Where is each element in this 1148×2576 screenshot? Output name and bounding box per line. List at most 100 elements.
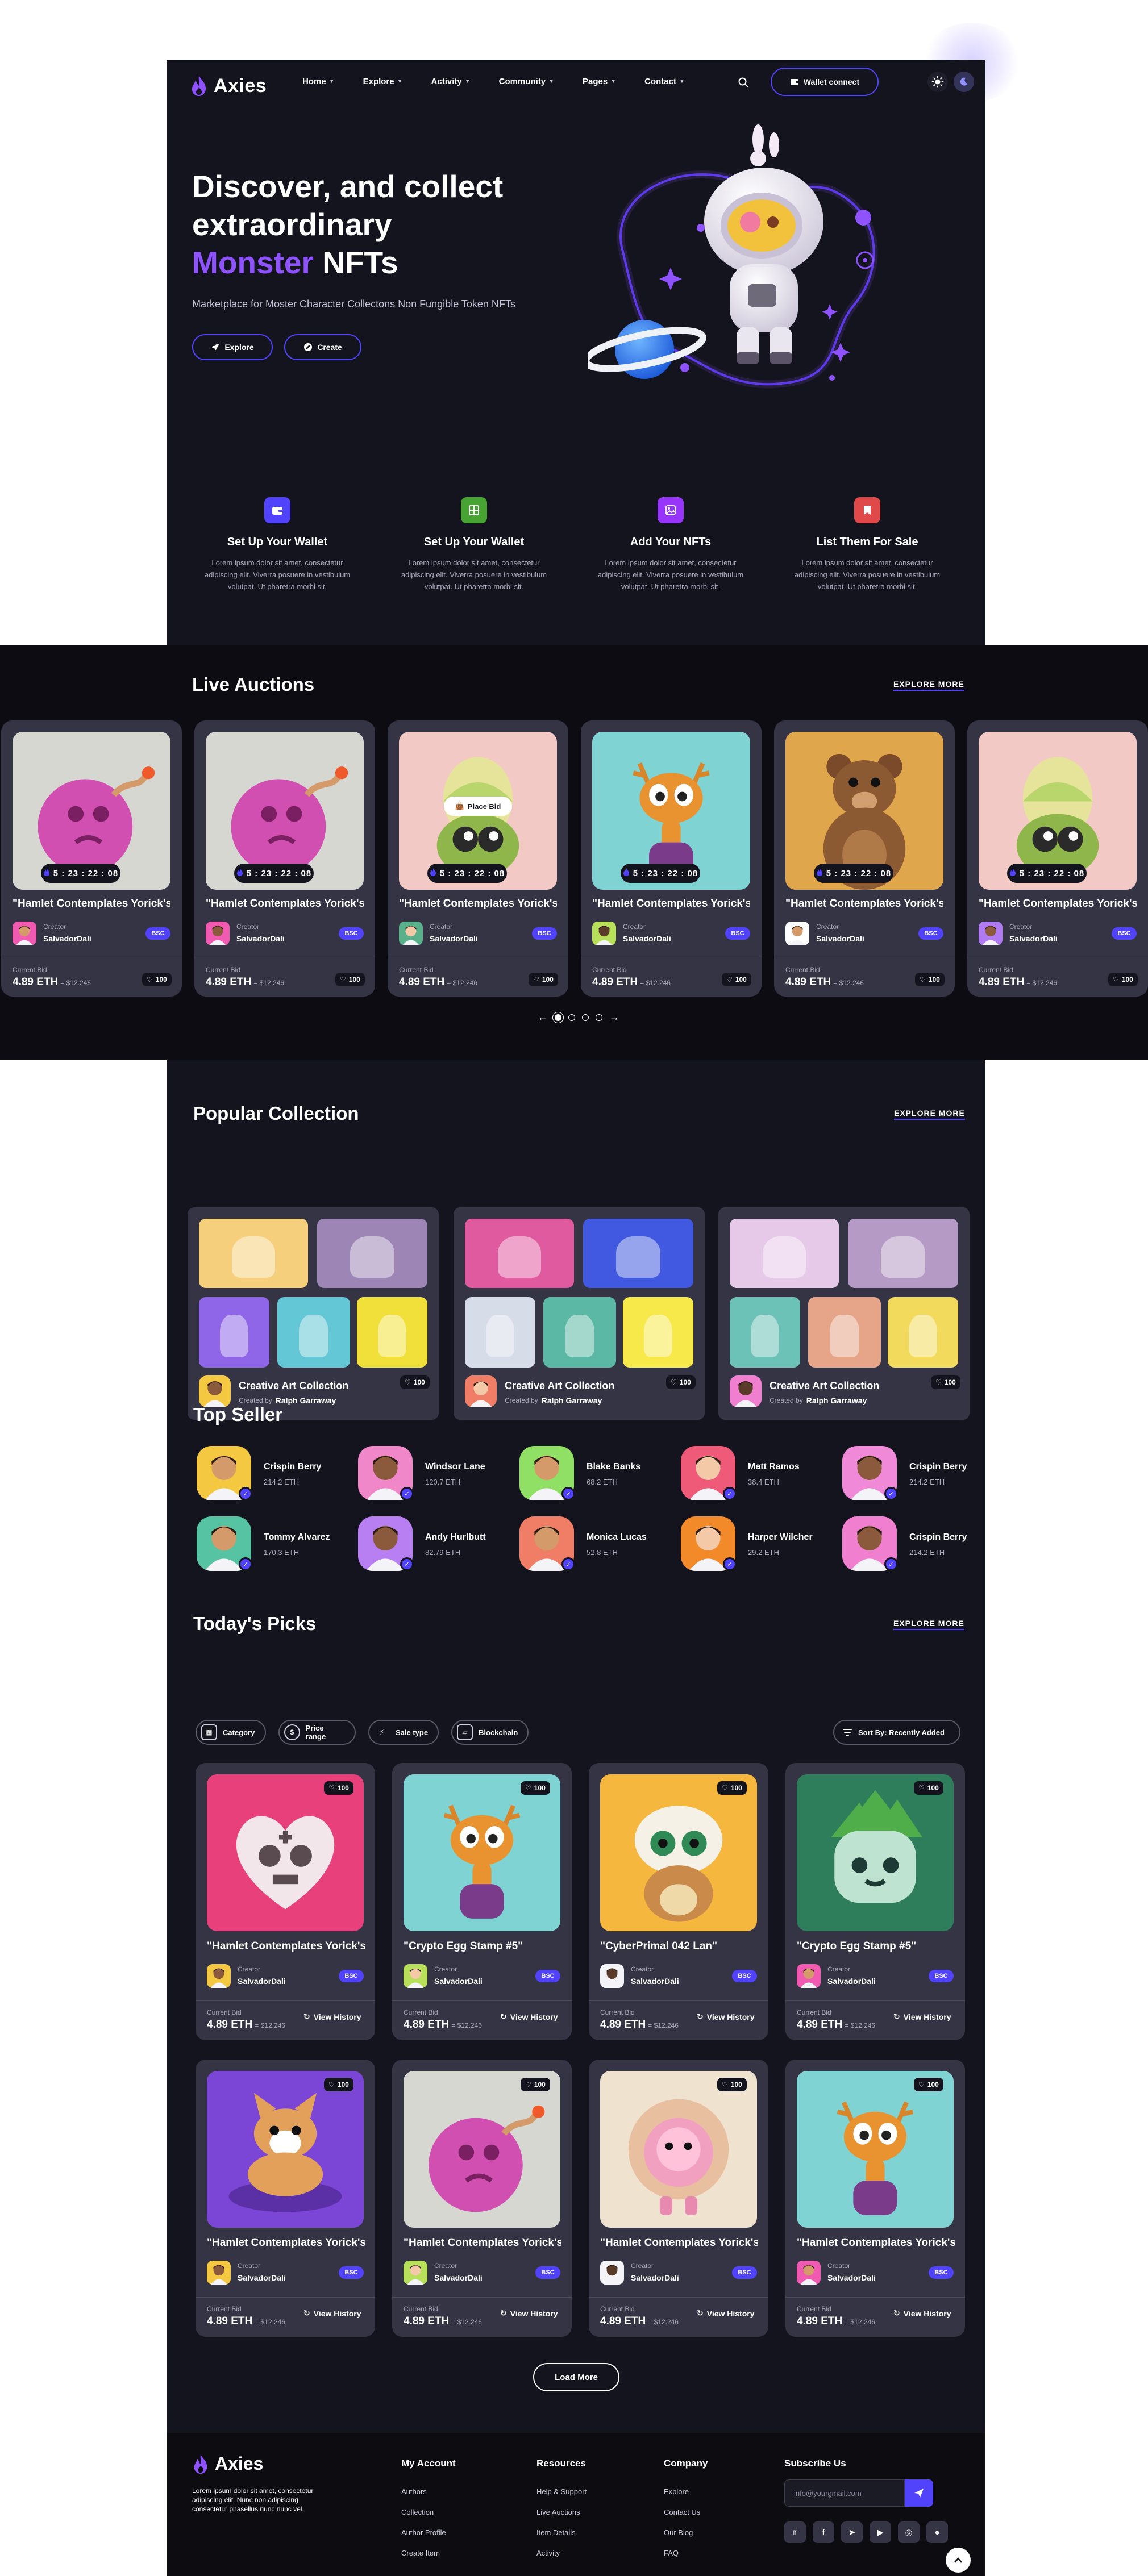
footer-link[interactable]: Live Auctions: [536, 2508, 580, 2516]
nft-card[interactable]: ♡100 "Hamlet Contemplates Yorick's Yorick…: [785, 2060, 965, 2337]
creator-avatar[interactable]: [600, 2261, 624, 2285]
seller-name[interactable]: Andy Hurlbutt: [425, 1532, 486, 1543]
creator-avatar[interactable]: [797, 2261, 821, 2285]
collection-thumbnail[interactable]: [317, 1219, 427, 1288]
telegram-icon[interactable]: ➤: [841, 2521, 863, 2543]
like-button[interactable]: ♡ 100: [529, 973, 558, 986]
nav-community[interactable]: Community ▼: [499, 77, 554, 86]
collection-thumbnail[interactable]: [543, 1297, 616, 1368]
facebook-icon[interactable]: f: [813, 2521, 834, 2543]
collection-thumbnail[interactable]: [623, 1297, 693, 1368]
nft-image[interactable]: [600, 1774, 757, 1931]
seller-name[interactable]: Crispin Berry: [909, 1532, 967, 1543]
load-more-button[interactable]: Load More: [533, 2363, 619, 2391]
creator-name[interactable]: SalvadorDali: [238, 1977, 286, 1986]
collection-name[interactable]: Creative Art Collection: [770, 1380, 879, 1392]
pager-dot[interactable]: [568, 1014, 575, 1021]
collection-thumbnail[interactable]: [199, 1297, 269, 1368]
create-button[interactable]: Create: [284, 334, 361, 360]
popular-explore-more-link[interactable]: EXPLORE MORE: [894, 1108, 965, 1120]
like-button[interactable]: ♡ 100: [914, 1781, 943, 1795]
nft-title[interactable]: "Hamlet Contemplates Yorick's Yorick's: [404, 2237, 561, 2249]
like-button[interactable]: ♡ 100: [722, 973, 751, 986]
creator-name[interactable]: SalvadorDali: [238, 2273, 286, 2282]
nft-image[interactable]: [600, 2071, 757, 2228]
seller-item[interactable]: ✓ Blake Banks 68.2 ETH: [519, 1446, 667, 1503]
collection-author[interactable]: Ralph Garraway: [806, 1396, 867, 1405]
nft-image[interactable]: [207, 2071, 364, 2228]
view-history-button[interactable]: ↻ View History: [500, 2308, 558, 2318]
arrow-right-icon[interactable]: →: [609, 1011, 619, 1023]
collection-thumbnail[interactable]: [808, 1297, 881, 1368]
nav-home[interactable]: Home ▼: [302, 77, 335, 86]
instagram-icon[interactable]: ◎: [898, 2521, 920, 2543]
creator-avatar[interactable]: [592, 922, 616, 945]
footer-link[interactable]: Authors: [401, 2487, 427, 2496]
collection-name[interactable]: Creative Art Collection: [505, 1380, 614, 1392]
like-button[interactable]: ♡ 100: [1108, 973, 1138, 986]
nft-card[interactable]: ♡100 "Hamlet Contemplates Yorick's Yorick…: [196, 1763, 375, 2040]
creator-name[interactable]: SalvadorDali: [236, 934, 285, 943]
footer-link[interactable]: Activity: [536, 2549, 560, 2557]
nft-card[interactable]: ♡100 "Hamlet Contemplates Yorick's Yorick…: [196, 2060, 375, 2337]
seller-item[interactable]: ✓ Crispin Berry 214.2 ETH: [842, 1446, 990, 1503]
footer-link[interactable]: Contact Us: [664, 2508, 700, 2516]
footer-link[interactable]: Explore: [664, 2487, 689, 2496]
seller-item[interactable]: ✓ Windsor Lane 120.7 ETH: [358, 1446, 506, 1503]
sort-dropdown[interactable]: Sort By: Recently Added: [833, 1720, 960, 1745]
nft-image[interactable]: [404, 1774, 560, 1931]
nav-contact[interactable]: Contact ▼: [644, 77, 685, 86]
creator-name[interactable]: SalvadorDali: [827, 1977, 876, 1986]
creator-avatar[interactable]: [785, 922, 809, 945]
wallet-connect-button[interactable]: Wallet connect: [771, 68, 879, 96]
subscribe-button[interactable]: [905, 2479, 933, 2507]
creator-avatar[interactable]: [600, 1964, 624, 1988]
seller-name[interactable]: Matt Ramos: [748, 1462, 800, 1472]
nft-card[interactable]: ♡100 "Hamlet Contemplates Yorick's Yorick…: [589, 2060, 768, 2337]
pager-dot[interactable]: [582, 1014, 589, 1021]
youtube-icon[interactable]: ▶: [870, 2521, 891, 2543]
nft-card[interactable]: ♡100 "Hamlet Contemplates Yorick's Yorick…: [392, 2060, 572, 2337]
view-history-button[interactable]: ↻ View History: [500, 2012, 558, 2021]
collection-author[interactable]: Ralph Garraway: [542, 1396, 602, 1405]
filter-category[interactable]: ▦ Category: [196, 1720, 266, 1745]
auction-card[interactable]: 5 : 23 : 22 : 08 "Hamlet Contemplates Yor…: [967, 720, 1148, 997]
nav-pages[interactable]: Pages ▼: [583, 77, 616, 86]
nft-image[interactable]: [797, 1774, 954, 1931]
like-button[interactable]: ♡ 100: [915, 973, 945, 986]
place-bid-button[interactable]: 👜 Place Bid: [444, 797, 512, 816]
seller-item[interactable]: ✓ Tommy Alvarez 170.3 ETH: [197, 1516, 344, 1573]
creator-name[interactable]: SalvadorDali: [631, 1977, 679, 1986]
auction-card[interactable]: 5 : 23 : 22 : 08 "Hamlet Contemplates Yor…: [774, 720, 955, 997]
collection-thumbnail[interactable]: [465, 1297, 535, 1368]
nft-title[interactable]: "Hamlet Contemplates Yorick's Yorick's: [600, 2237, 758, 2249]
like-button[interactable]: ♡ 100: [717, 1781, 747, 1795]
subscribe-email-input[interactable]: info@yourgmail.com: [784, 2479, 905, 2507]
nft-title[interactable]: "Hamlet Contemplates Yorick's Yorick's: [785, 898, 943, 910]
seller-name[interactable]: Windsor Lane: [425, 1462, 485, 1472]
collection-thumbnail[interactable]: [357, 1297, 427, 1368]
view-history-button[interactable]: ↻ View History: [893, 2012, 951, 2021]
view-history-button[interactable]: ↻ View History: [697, 2012, 755, 2021]
footer-logo[interactable]: Axies: [192, 2453, 263, 2474]
creator-name[interactable]: SalvadorDali: [631, 2273, 679, 2282]
nft-image[interactable]: [207, 1774, 364, 1931]
nft-title[interactable]: "Hamlet Contemplates Yorick's Yorick's: [207, 1940, 365, 1953]
like-button[interactable]: ♡ 100: [914, 2078, 943, 2091]
pager-dot-active[interactable]: [555, 1014, 561, 1021]
like-button[interactable]: ♡ 100: [142, 973, 172, 986]
nft-card[interactable]: ♡ 100 "Crypto Egg Stamp #5" Creator Salvador…: [785, 1763, 965, 2040]
twitter-icon[interactable]: 𝕣: [784, 2521, 806, 2543]
nft-title[interactable]: "CyberPrimal 042 Lan": [600, 1940, 758, 1953]
like-button[interactable]: ♡ 100: [666, 1375, 696, 1389]
creator-avatar[interactable]: [404, 2261, 427, 2285]
footer-link[interactable]: Create Item: [401, 2549, 440, 2557]
scroll-top-button[interactable]: [946, 2548, 971, 2573]
creator-name[interactable]: SalvadorDali: [434, 2273, 483, 2282]
creator-name[interactable]: SalvadorDali: [430, 934, 478, 943]
filter-blockchain[interactable]: ▱ Blockchain: [451, 1720, 529, 1745]
creator-name[interactable]: SalvadorDali: [43, 934, 91, 943]
collection-thumbnail[interactable]: [730, 1297, 800, 1368]
footer-link[interactable]: Help & Support: [536, 2487, 587, 2496]
footer-link[interactable]: Item Details: [536, 2528, 576, 2537]
